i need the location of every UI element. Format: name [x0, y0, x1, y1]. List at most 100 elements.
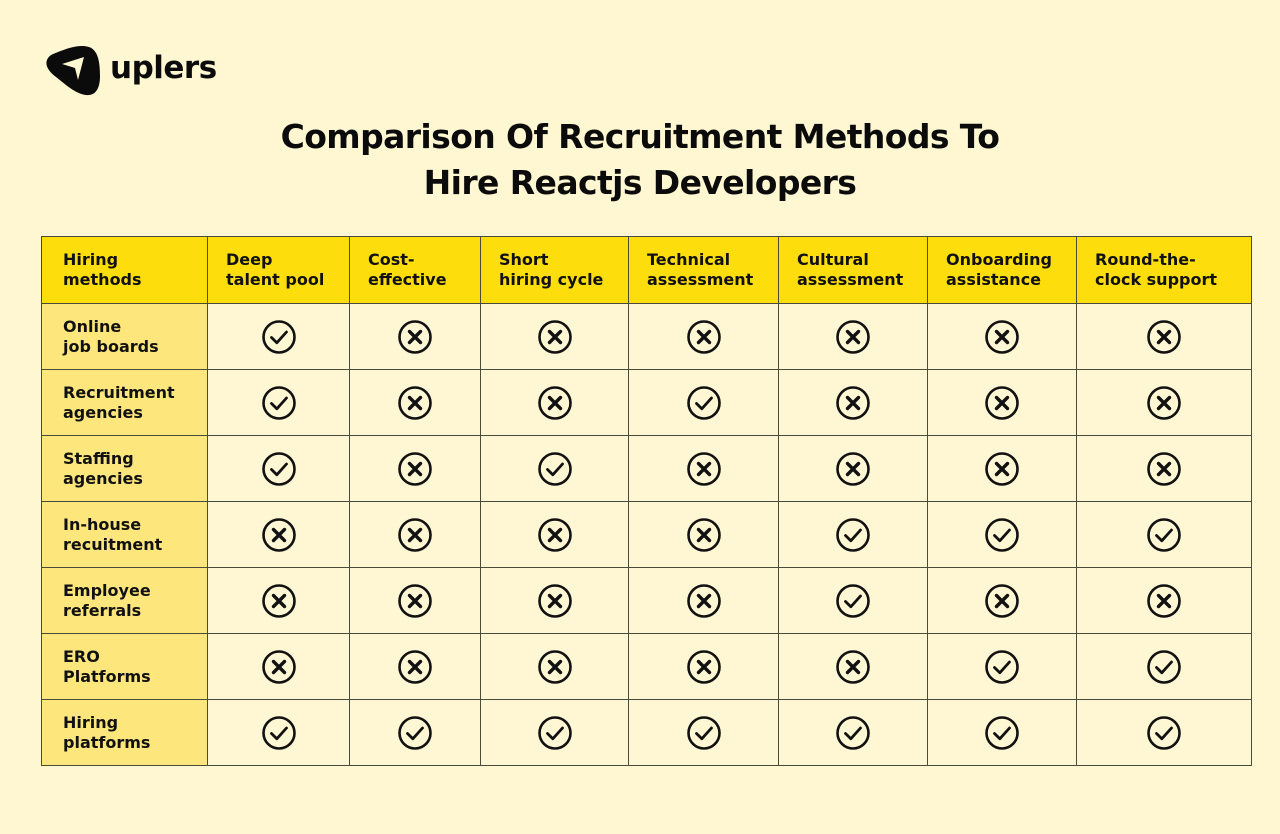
column-header: Technical assessment: [628, 236, 779, 304]
x-circle-icon: [686, 517, 722, 553]
x-circle-icon: [537, 319, 573, 355]
table-row: In-house recuitment: [41, 501, 1252, 568]
table-cell: [927, 303, 1077, 370]
table-cell: [927, 501, 1077, 568]
x-circle-icon: [686, 583, 722, 619]
table-row: ERO Platforms: [41, 633, 1252, 700]
x-circle-icon: [397, 517, 433, 553]
x-circle-icon: [686, 319, 722, 355]
x-circle-icon: [537, 385, 573, 421]
x-circle-icon: [1146, 583, 1182, 619]
table-cell: [207, 303, 350, 370]
table-cell: [927, 699, 1077, 766]
column-header-label-line1: Round-the-: [1095, 250, 1196, 269]
table-cell: [1076, 633, 1252, 700]
column-header-label-line2: clock support: [1095, 270, 1218, 289]
table-cell: [1076, 567, 1252, 634]
column-header-label-line1: Deep: [226, 250, 273, 269]
column-header: Cost-effective: [349, 236, 481, 304]
column-header-label-line2: assistance: [946, 270, 1042, 289]
table-cell: [349, 699, 481, 766]
check-circle-icon: [261, 319, 297, 355]
table-cell: [628, 303, 779, 370]
table-cell: [349, 501, 481, 568]
row-header-label-line1: Staffing: [63, 448, 134, 468]
row-header-label-line1: Employee: [63, 580, 151, 600]
column-header-label-line1: Short: [499, 250, 549, 269]
table-row: Hiring platforms: [41, 699, 1252, 766]
row-header-label-line1: Recruitment: [63, 382, 175, 402]
table-cell: [207, 567, 350, 634]
x-circle-icon: [835, 319, 871, 355]
table-cell: [628, 369, 779, 436]
table-cell: [927, 633, 1077, 700]
table-cell: [349, 567, 481, 634]
row-header: Recruitment agencies: [41, 369, 208, 436]
x-circle-icon: [397, 451, 433, 487]
table-cell: [628, 435, 779, 502]
column-header: Round-the-clock support: [1076, 236, 1252, 304]
x-circle-icon: [537, 517, 573, 553]
page-title: Comparison Of Recruitment Methods To Hir…: [0, 114, 1280, 206]
table-cell: [349, 303, 481, 370]
x-circle-icon: [686, 451, 722, 487]
table-cell: [1076, 369, 1252, 436]
table-cell: [349, 435, 481, 502]
column-header-label-line1: Onboarding: [946, 250, 1052, 269]
table-cell: [1076, 435, 1252, 502]
table-cell: [480, 567, 629, 634]
table-cell: [778, 369, 928, 436]
x-circle-icon: [261, 517, 297, 553]
x-circle-icon: [835, 451, 871, 487]
x-circle-icon: [537, 649, 573, 685]
table-cell: [778, 435, 928, 502]
column-header-label-line1: Cultural: [797, 250, 869, 269]
check-circle-icon: [686, 715, 722, 751]
x-circle-icon: [835, 385, 871, 421]
row-header-label-line1: ERO: [63, 646, 100, 666]
page-title-line-2: Hire Reactjs Developers: [423, 163, 857, 202]
table-cell: [628, 501, 779, 568]
column-header-label-line2: assessment: [647, 270, 754, 289]
table-cell: [480, 369, 629, 436]
table-cell: [778, 567, 928, 634]
x-circle-icon: [397, 583, 433, 619]
table-cell: [778, 303, 928, 370]
x-circle-icon: [261, 649, 297, 685]
check-circle-icon: [835, 517, 871, 553]
column-header-label-line1: Hiring: [63, 250, 119, 269]
table-cell: [628, 699, 779, 766]
table-cell: [207, 501, 350, 568]
column-header-label-line1: Cost-: [368, 250, 415, 269]
row-header-label-line2: recuitment: [63, 534, 163, 554]
table-row: Staffing agencies: [41, 435, 1252, 502]
row-header: Employee referrals: [41, 567, 208, 634]
comparison-table: Hiring methods Deep talent pool Cost-effecti…: [41, 236, 1252, 766]
table-cell: [1076, 501, 1252, 568]
column-header: Cultural assessment: [778, 236, 928, 304]
row-header: Online job boards: [41, 303, 208, 370]
table-cell: [778, 501, 928, 568]
table-cell: [628, 633, 779, 700]
check-circle-icon: [261, 715, 297, 751]
row-header: Staffing agencies: [41, 435, 208, 502]
brand-logo: uplers: [42, 44, 217, 96]
x-circle-icon: [397, 319, 433, 355]
row-header: In-house recuitment: [41, 501, 208, 568]
row-header-label-line2: agencies: [63, 468, 143, 488]
check-circle-icon: [261, 385, 297, 421]
check-circle-icon: [984, 649, 1020, 685]
column-header-label-line2: assessment: [797, 270, 904, 289]
x-circle-icon: [1146, 319, 1182, 355]
row-header-label-line1: Online: [63, 316, 122, 336]
row-header-label-line2: referrals: [63, 600, 142, 620]
check-circle-icon: [397, 715, 433, 751]
check-circle-icon: [984, 517, 1020, 553]
x-circle-icon: [686, 649, 722, 685]
table-cell: [778, 699, 928, 766]
x-circle-icon: [261, 583, 297, 619]
table-cell: [778, 633, 928, 700]
row-header-label-line1: In-house: [63, 514, 142, 534]
table-cell: [207, 633, 350, 700]
column-header-label-line1: Technical: [647, 250, 731, 269]
